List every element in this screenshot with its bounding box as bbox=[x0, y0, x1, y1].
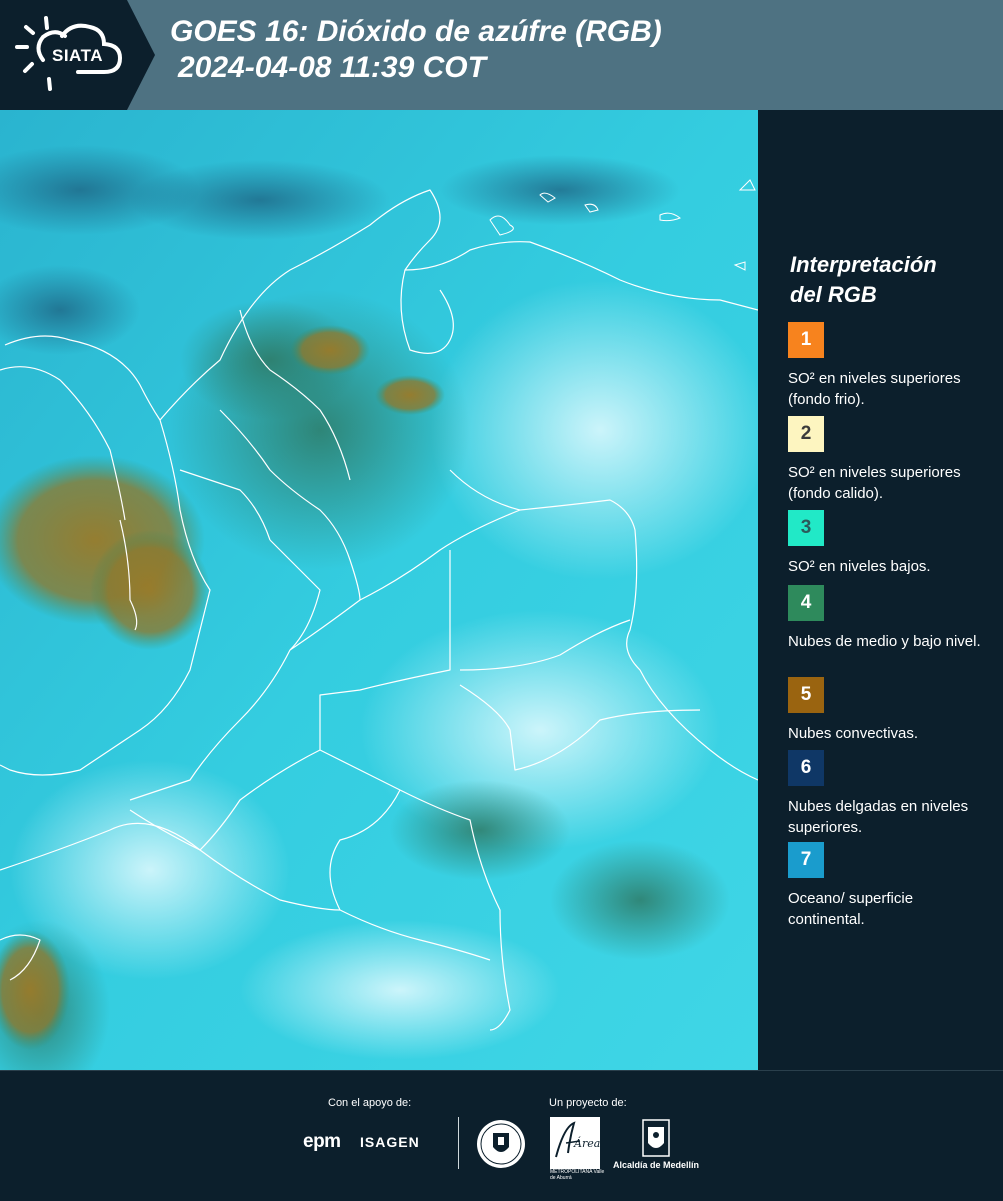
footer: Con el apoyo de: Un proyecto de: epm ISA… bbox=[0, 1070, 1003, 1201]
alcaldia-label: Alcaldía de Medellín bbox=[613, 1160, 700, 1170]
project-label: Un proyecto de: bbox=[549, 1097, 627, 1109]
legend-swatch: 6 bbox=[788, 750, 824, 786]
legend-title-line-1: Interpretación bbox=[790, 252, 937, 277]
area-metropolitana-logo: Área bbox=[550, 1117, 600, 1169]
legend-swatch: 5 bbox=[788, 677, 824, 713]
legend-item-label: Oceano/ superficie continental. bbox=[788, 890, 914, 928]
legend-item-label: Nubes convectivas. bbox=[788, 725, 919, 742]
logo-text: SIATA bbox=[52, 46, 103, 65]
title-line-1: GOES 16: Dióxido de azúfre (RGB) bbox=[170, 15, 662, 48]
legend-item-label: Nubes de medio y bajo nivel. bbox=[788, 633, 981, 650]
footer-divider bbox=[458, 1117, 459, 1169]
legend-item-7: 7 Oceano/ superficie continental. bbox=[788, 842, 988, 930]
medellin-seal-icon bbox=[477, 1120, 525, 1168]
header-bar: SIATA GOES 16: Dióxido de azúfre (RGB) 2… bbox=[0, 0, 1003, 110]
legend-swatch: 1 bbox=[788, 322, 824, 358]
area-metropolitana-text: METROPOLITANA Valle de Aburrá bbox=[550, 1169, 605, 1181]
legend-item-1: 1 SO² en niveles superiores (fondo frio)… bbox=[788, 322, 988, 410]
legend-swatch: 3 bbox=[788, 510, 824, 546]
epm-logo: epm bbox=[303, 1131, 341, 1152]
area-logo-name: Área bbox=[573, 1136, 600, 1150]
satellite-map bbox=[0, 110, 758, 1070]
legend-item-label: SO² en niveles bajos. bbox=[788, 558, 931, 575]
legend-panel: Interpretación del RGB 1 SO² en niveles … bbox=[758, 110, 1003, 1070]
legend-item-label: SO² en niveles superiores (fondo frio). bbox=[788, 370, 961, 408]
alcaldia-shield-icon bbox=[642, 1119, 670, 1157]
legend-item-4: 4 Nubes de medio y bajo nivel. bbox=[788, 585, 988, 652]
support-label: Con el apoyo de: bbox=[328, 1097, 412, 1109]
siata-logo: SIATA bbox=[0, 0, 155, 110]
legend-item-2: 2 SO² en niveles superiores (fondo calid… bbox=[788, 416, 988, 504]
satellite-image bbox=[0, 110, 758, 1070]
legend-title: Interpretación del RGB bbox=[790, 250, 990, 310]
legend-title-line-2: del RGB bbox=[790, 282, 877, 307]
legend-item-3: 3 SO² en niveles bajos. bbox=[788, 510, 988, 577]
legend-item-label: SO² en niveles superiores (fondo calido)… bbox=[788, 464, 961, 502]
legend-swatch: 4 bbox=[788, 585, 824, 621]
isagen-logo: ISAGEN bbox=[360, 1134, 420, 1150]
legend-swatch: 2 bbox=[788, 416, 824, 452]
title-line-2: 2024-04-08 11:39 COT bbox=[178, 51, 486, 84]
legend-item-label: Nubes delgadas en niveles superiores. bbox=[788, 798, 969, 836]
legend-swatch: 7 bbox=[788, 842, 824, 878]
page-title: GOES 16: Dióxido de azúfre (RGB) 2024-04… bbox=[170, 14, 662, 86]
legend-item-5: 5 Nubes convectivas. bbox=[788, 677, 988, 744]
legend-item-6: 6 Nubes delgadas en niveles superiores. bbox=[788, 750, 988, 838]
